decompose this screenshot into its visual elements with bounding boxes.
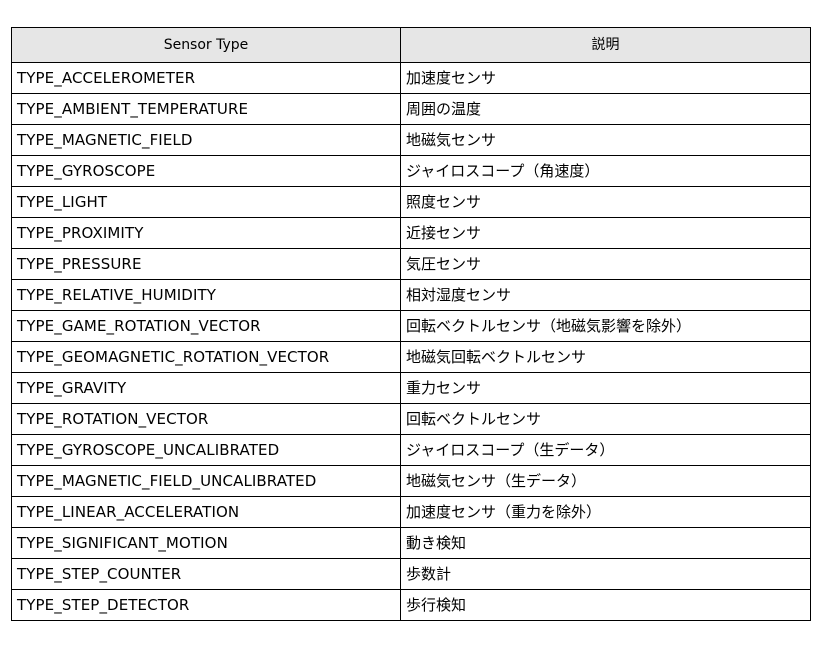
description-cell: 地磁気回転ベクトルセンサ bbox=[400, 341, 811, 373]
header-description: 説明 bbox=[400, 27, 811, 63]
sensor-type-cell: TYPE_AMBIENT_TEMPERATURE bbox=[11, 93, 401, 125]
table-row: TYPE_AMBIENT_TEMPERATURE 周囲の温度 bbox=[11, 93, 811, 125]
sensor-type-cell: TYPE_PRESSURE bbox=[11, 248, 401, 280]
table-row: TYPE_LINEAR_ACCELERATION 加速度センサ（重力を除外） bbox=[11, 496, 811, 528]
table-row: TYPE_MAGNETIC_FIELD 地磁気センサ bbox=[11, 124, 811, 156]
table-row: TYPE_GRAVITY 重力センサ bbox=[11, 372, 811, 404]
sensor-type-cell: TYPE_ROTATION_VECTOR bbox=[11, 403, 401, 435]
table-row: TYPE_GAME_ROTATION_VECTOR 回転ベクトルセンサ（地磁気影… bbox=[11, 310, 811, 342]
description-cell: ジャイロスコープ（生データ） bbox=[400, 434, 811, 466]
sensor-type-cell: TYPE_RELATIVE_HUMIDITY bbox=[11, 279, 401, 311]
sensor-type-cell: TYPE_SIGNIFICANT_MOTION bbox=[11, 527, 401, 559]
description-cell: 歩数計 bbox=[400, 558, 811, 590]
description-cell: 気圧センサ bbox=[400, 248, 811, 280]
description-cell: 相対湿度センサ bbox=[400, 279, 811, 311]
table-row: TYPE_STEP_DETECTOR 歩行検知 bbox=[11, 589, 811, 621]
sensor-type-cell: TYPE_MAGNETIC_FIELD_UNCALIBRATED bbox=[11, 465, 401, 497]
table-row: TYPE_GYROSCOPE ジャイロスコープ（角速度） bbox=[11, 155, 811, 187]
description-cell: 歩行検知 bbox=[400, 589, 811, 621]
table-row: TYPE_LIGHT 照度センサ bbox=[11, 186, 811, 218]
table-row: TYPE_STEP_COUNTER 歩数計 bbox=[11, 558, 811, 590]
description-cell: 加速度センサ（重力を除外） bbox=[400, 496, 811, 528]
table-row: TYPE_MAGNETIC_FIELD_UNCALIBRATED 地磁気センサ（… bbox=[11, 465, 811, 497]
description-cell: 地磁気センサ bbox=[400, 124, 811, 156]
table-row: TYPE_GYROSCOPE_UNCALIBRATED ジャイロスコープ（生デー… bbox=[11, 434, 811, 466]
sensor-type-cell: TYPE_STEP_DETECTOR bbox=[11, 589, 401, 621]
description-cell: 動き検知 bbox=[400, 527, 811, 559]
header-sensor-type: Sensor Type bbox=[11, 27, 401, 63]
description-cell: 回転ベクトルセンサ（地磁気影響を除外） bbox=[400, 310, 811, 342]
table-row: TYPE_SIGNIFICANT_MOTION 動き検知 bbox=[11, 527, 811, 559]
table-row: TYPE_ACCELEROMETER 加速度センサ bbox=[11, 62, 811, 94]
table-row: TYPE_PROXIMITY 近接センサ bbox=[11, 217, 811, 249]
table-row: TYPE_ROTATION_VECTOR 回転ベクトルセンサ bbox=[11, 403, 811, 435]
description-cell: 加速度センサ bbox=[400, 62, 811, 94]
sensor-type-cell: TYPE_GRAVITY bbox=[11, 372, 401, 404]
table-row: TYPE_PRESSURE 気圧センサ bbox=[11, 248, 811, 280]
description-cell: 照度センサ bbox=[400, 186, 811, 218]
sensor-type-cell: TYPE_LINEAR_ACCELERATION bbox=[11, 496, 401, 528]
sensor-type-cell: TYPE_GYROSCOPE_UNCALIBRATED bbox=[11, 434, 401, 466]
description-cell: 周囲の温度 bbox=[400, 93, 811, 125]
description-cell: ジャイロスコープ（角速度） bbox=[400, 155, 811, 187]
sensor-type-cell: TYPE_PROXIMITY bbox=[11, 217, 401, 249]
sensor-type-cell: TYPE_MAGNETIC_FIELD bbox=[11, 124, 401, 156]
table-body: TYPE_ACCELEROMETER 加速度センサ TYPE_AMBIENT_T… bbox=[11, 62, 811, 621]
sensor-type-cell: TYPE_LIGHT bbox=[11, 186, 401, 218]
sensor-type-cell: TYPE_GYROSCOPE bbox=[11, 155, 401, 187]
description-cell: 地磁気センサ（生データ） bbox=[400, 465, 811, 497]
sensor-type-cell: TYPE_ACCELEROMETER bbox=[11, 62, 401, 94]
description-cell: 重力センサ bbox=[400, 372, 811, 404]
table-row: TYPE_RELATIVE_HUMIDITY 相対湿度センサ bbox=[11, 279, 811, 311]
table-header: Sensor Type 説明 bbox=[11, 27, 811, 63]
sensor-type-table: Sensor Type 説明 TYPE_ACCELEROMETER 加速度センサ… bbox=[11, 27, 811, 621]
description-cell: 回転ベクトルセンサ bbox=[400, 403, 811, 435]
sensor-type-cell: TYPE_GAME_ROTATION_VECTOR bbox=[11, 310, 401, 342]
sensor-type-cell: TYPE_STEP_COUNTER bbox=[11, 558, 401, 590]
table-row: TYPE_GEOMAGNETIC_ROTATION_VECTOR 地磁気回転ベク… bbox=[11, 341, 811, 373]
header-row: Sensor Type 説明 bbox=[11, 27, 811, 63]
description-cell: 近接センサ bbox=[400, 217, 811, 249]
sensor-type-cell: TYPE_GEOMAGNETIC_ROTATION_VECTOR bbox=[11, 341, 401, 373]
